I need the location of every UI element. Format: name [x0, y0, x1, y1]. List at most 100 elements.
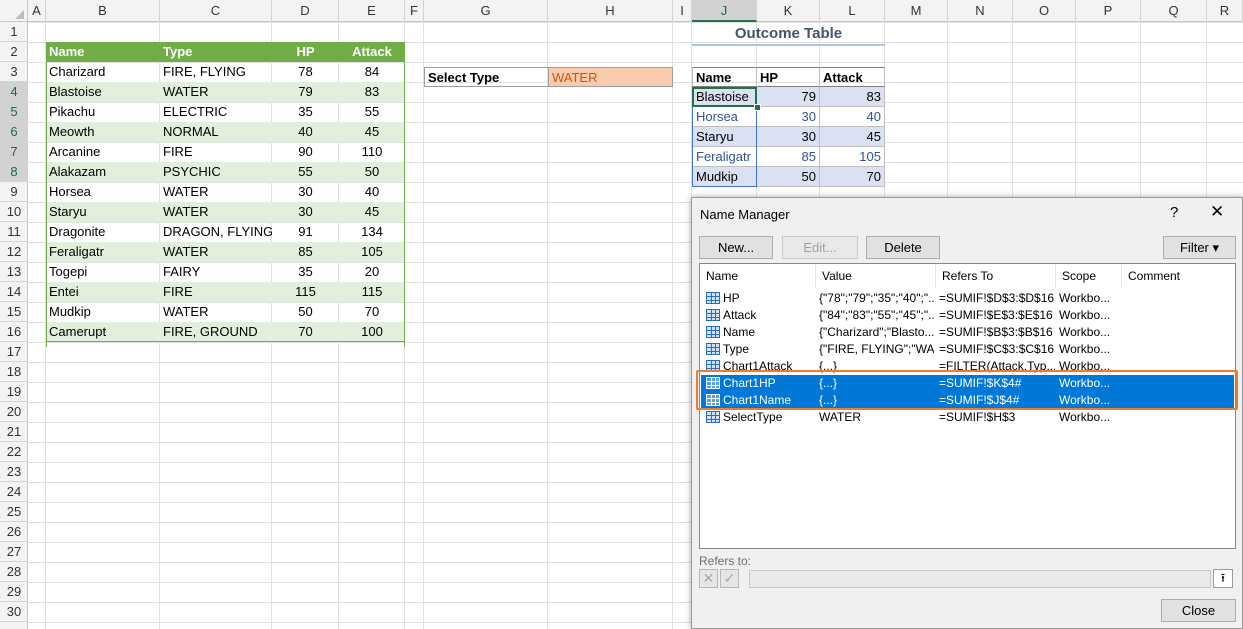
outcome-cell-attack[interactable]: 70: [820, 167, 885, 187]
column-header-k[interactable]: K: [757, 0, 820, 22]
row-header-21[interactable]: 21: [0, 422, 28, 442]
column-header-f[interactable]: F: [405, 0, 424, 22]
source-cell-type[interactable]: NORMAL: [160, 122, 272, 142]
row-header-7[interactable]: 7: [0, 142, 28, 162]
source-cell-name[interactable]: Arcanine: [46, 142, 160, 162]
outcome-cell-hp[interactable]: 85: [757, 147, 820, 167]
source-cell-name[interactable]: Meowth: [46, 122, 160, 142]
column-header-g[interactable]: G: [424, 0, 548, 22]
source-cell-attack[interactable]: 134: [339, 222, 405, 242]
fill-handle[interactable]: [754, 104, 761, 111]
collapse-dialog-icon[interactable]: ⭱: [1213, 569, 1233, 588]
source-cell-name[interactable]: Alakazam: [46, 162, 160, 182]
source-cell-attack[interactable]: 20: [339, 262, 405, 282]
row-header-15[interactable]: 15: [0, 302, 28, 322]
outcome-cell-name[interactable]: Feraligatr: [692, 147, 757, 167]
source-cell-name[interactable]: Staryu: [46, 202, 160, 222]
source-cell-type[interactable]: WATER: [160, 82, 272, 102]
source-cell-hp[interactable]: 79: [272, 82, 339, 102]
source-cell-attack[interactable]: 83: [339, 82, 405, 102]
source-cell-name[interactable]: Togepi: [46, 262, 160, 282]
row-header-23[interactable]: 23: [0, 462, 28, 482]
source-cell-name[interactable]: Entei: [46, 282, 160, 302]
source-cell-type[interactable]: WATER: [160, 202, 272, 222]
source-cell-hp[interactable]: 91: [272, 222, 339, 242]
source-cell-name[interactable]: Horsea: [46, 182, 160, 202]
outcome-header-attack[interactable]: Attack: [820, 67, 885, 87]
outcome-header-name[interactable]: Name: [692, 67, 757, 87]
row-header-16[interactable]: 16: [0, 322, 28, 342]
row-header-18[interactable]: 18: [0, 362, 28, 382]
source-cell-type[interactable]: FIRE: [160, 282, 272, 302]
row-header-20[interactable]: 20: [0, 402, 28, 422]
source-cell-name[interactable]: Mudkip: [46, 302, 160, 322]
source-cell-hp[interactable]: 40: [272, 122, 339, 142]
row-header-26[interactable]: 26: [0, 522, 28, 542]
column-header-o[interactable]: O: [1013, 0, 1076, 22]
row-header-27[interactable]: 27: [0, 542, 28, 562]
source-cell-attack[interactable]: 55: [339, 102, 405, 122]
outcome-cell-name[interactable]: Horsea: [692, 107, 757, 127]
column-header-i[interactable]: I: [673, 0, 692, 22]
source-cell-type[interactable]: FIRE, FLYING: [160, 62, 272, 82]
row-header-6[interactable]: 6: [0, 122, 28, 142]
row-header-8[interactable]: 8: [0, 162, 28, 182]
source-cell-name[interactable]: Feraligatr: [46, 242, 160, 262]
cancel-edit-icon[interactable]: ✕: [699, 569, 718, 588]
column-header-d[interactable]: D: [272, 0, 339, 22]
source-cell-attack[interactable]: 105: [339, 242, 405, 262]
source-cell-attack[interactable]: 45: [339, 202, 405, 222]
outcome-cell-attack[interactable]: 40: [820, 107, 885, 127]
outcome-cell-hp[interactable]: 79: [757, 87, 820, 107]
outcome-cell-attack[interactable]: 105: [820, 147, 885, 167]
row-header-17[interactable]: 17: [0, 342, 28, 362]
source-cell-type[interactable]: FAIRY: [160, 262, 272, 282]
name-list-item[interactable]: HP {"78";"79";"35";"40";"... =SUMIF!$D$3:$…: [701, 290, 1234, 307]
source-cell-hp[interactable]: 78: [272, 62, 339, 82]
source-cell-type[interactable]: PSYCHIC: [160, 162, 272, 182]
source-cell-attack[interactable]: 70: [339, 302, 405, 322]
source-cell-name[interactable]: Pikachu: [46, 102, 160, 122]
column-header-h[interactable]: H: [548, 0, 673, 22]
source-cell-hp[interactable]: 55: [272, 162, 339, 182]
outcome-cell-hp[interactable]: 30: [757, 127, 820, 147]
column-header-name[interactable]: Name: [700, 264, 816, 288]
column-header-refers-to[interactable]: Refers To: [936, 264, 1056, 288]
refers-to-input[interactable]: [749, 570, 1211, 588]
outcome-cell-hp[interactable]: 50: [757, 167, 820, 187]
column-header-m[interactable]: M: [885, 0, 948, 22]
row-header-9[interactable]: 9: [0, 182, 28, 202]
source-cell-attack[interactable]: 110: [339, 142, 405, 162]
row-header-29[interactable]: 29: [0, 582, 28, 602]
source-cell-hp[interactable]: 85: [272, 242, 339, 262]
row-header-25[interactable]: 25: [0, 502, 28, 522]
edit-button[interactable]: Edit...: [782, 236, 858, 259]
source-cell-hp[interactable]: 35: [272, 102, 339, 122]
source-cell-attack[interactable]: 50: [339, 162, 405, 182]
name-list-item[interactable]: Type {"FIRE, FLYING";"WA... =SUMIF!$C$3:$C…: [701, 341, 1234, 358]
column-header-a[interactable]: A: [28, 0, 46, 22]
source-cell-type[interactable]: FIRE: [160, 142, 272, 162]
outcome-header-hp[interactable]: HP: [757, 67, 820, 87]
source-cell-name[interactable]: Charizard: [46, 62, 160, 82]
filter-button[interactable]: Filter ▾: [1163, 236, 1236, 259]
source-cell-type[interactable]: DRAGON, FLYING: [160, 222, 272, 242]
name-list-item[interactable]: SelectType WATER =SUMIF!$H$3 Workbo...: [701, 409, 1234, 426]
column-header-l[interactable]: L: [820, 0, 885, 22]
row-header-12[interactable]: 12: [0, 242, 28, 262]
source-cell-attack[interactable]: 45: [339, 122, 405, 142]
select-type-input[interactable]: WATER: [548, 67, 673, 87]
row-header-14[interactable]: 14: [0, 282, 28, 302]
row-header-2[interactable]: 2: [0, 42, 28, 62]
column-header-e[interactable]: E: [339, 0, 405, 22]
help-icon[interactable]: ?: [1170, 204, 1178, 221]
source-header-type[interactable]: Type: [160, 42, 272, 62]
source-cell-name[interactable]: Blastoise: [46, 82, 160, 102]
select-all-corner[interactable]: [0, 0, 28, 22]
accept-edit-icon[interactable]: ✓: [720, 569, 739, 588]
outcome-cell-hp[interactable]: 30: [757, 107, 820, 127]
column-header-r[interactable]: R: [1207, 0, 1243, 22]
outcome-cell-name[interactable]: Staryu: [692, 127, 757, 147]
row-header-13[interactable]: 13: [0, 262, 28, 282]
column-header-value[interactable]: Value: [816, 264, 936, 288]
